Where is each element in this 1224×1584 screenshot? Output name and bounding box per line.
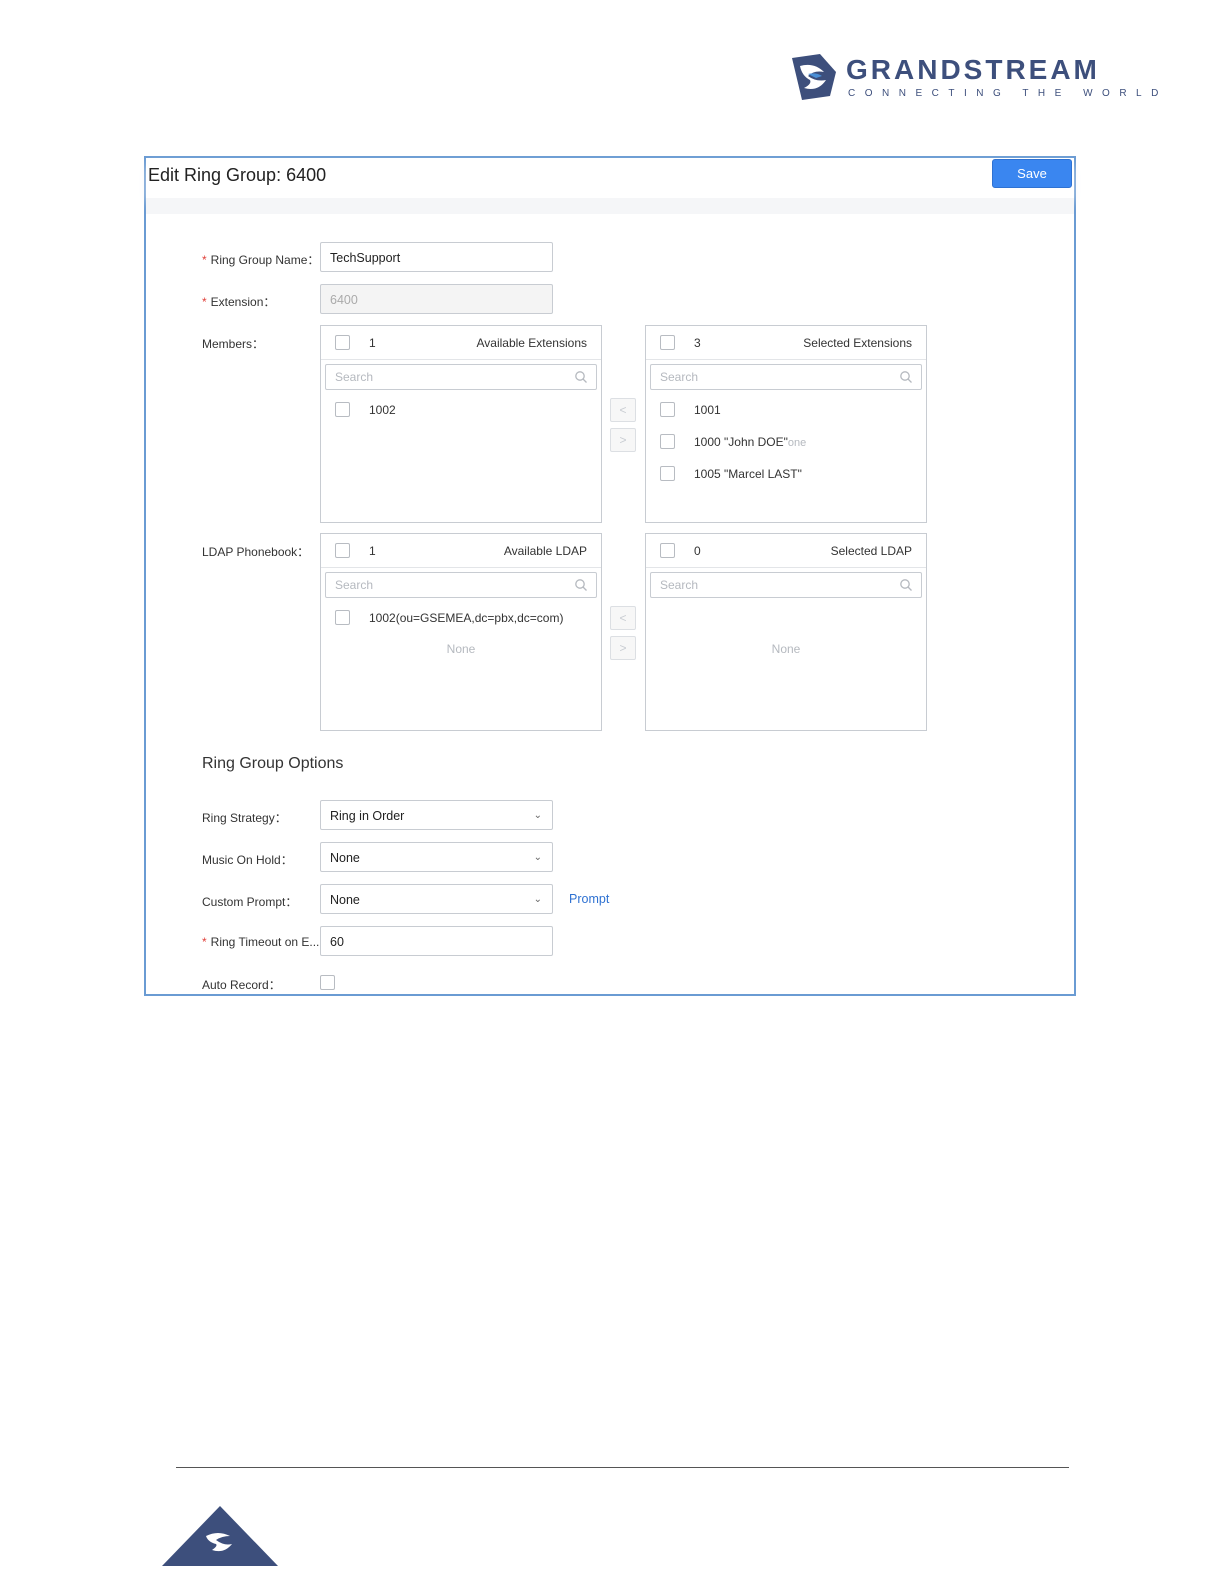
ldap-phonebook-label: LDAP Phonebook： <box>202 545 310 559</box>
search-placeholder: Search <box>660 370 699 384</box>
selected-extensions-header: 3 Selected Extensions <box>646 326 926 360</box>
ghost-text: one <box>787 437 807 449</box>
item-label: 1005 "Marcel LAST" <box>694 467 802 481</box>
prompt-link[interactable]: Prompt <box>569 892 609 906</box>
available-extensions-panel: 1 Available Extensions Search 1002 <box>320 325 602 523</box>
empty-text: None <box>771 642 801 656</box>
ring-group-name-input[interactable]: TechSupport <box>320 242 553 272</box>
available-ldap-count: 1 <box>369 544 376 558</box>
auto-record-label: Auto Record： <box>202 978 281 992</box>
selected-ldap-panel: 0 Selected LDAP Search None <box>645 533 927 731</box>
custom-prompt-value: None <box>330 893 360 907</box>
selected-ldap-search[interactable]: Search <box>650 572 922 598</box>
search-icon <box>575 371 587 383</box>
available-ldap-search[interactable]: Search <box>325 572 597 598</box>
search-icon <box>900 579 912 591</box>
music-on-hold-value: None <box>330 851 360 865</box>
required-marker: * <box>202 253 207 267</box>
selected-extensions-count: 3 <box>694 336 701 350</box>
music-on-hold-label: Music On Hold： <box>202 853 293 867</box>
required-marker: * <box>202 935 207 949</box>
select-all-checkbox[interactable] <box>335 335 350 350</box>
music-on-hold-select[interactable]: None ⌄ <box>320 842 553 872</box>
available-ldap-title: Available LDAP <box>503 544 587 558</box>
ring-group-options-title: Ring Group Options <box>202 755 344 772</box>
item-checkbox[interactable] <box>660 466 675 481</box>
save-button[interactable]: Save <box>992 159 1072 188</box>
selected-ldap-title: Selected LDAP <box>830 544 912 558</box>
available-extensions-title: Available Extensions <box>476 336 587 350</box>
available-extensions-search[interactable]: Search <box>325 364 597 390</box>
brand-name: GRANDSTREAM <box>846 54 1100 85</box>
move-left-button[interactable]: < <box>610 398 636 422</box>
item-label: 1000 "John DOE"one <box>694 435 807 449</box>
item-checkbox[interactable] <box>660 434 675 449</box>
search-placeholder: Search <box>335 578 374 592</box>
item-checkbox[interactable] <box>335 610 350 625</box>
grandstream-footer-logo-icon <box>162 1506 278 1566</box>
selected-ldap-header: 0 Selected LDAP <box>646 534 926 568</box>
item-label: 1002 <box>369 403 396 417</box>
available-extensions-count: 1 <box>369 336 376 350</box>
chevron-down-icon: ⌄ <box>533 810 542 821</box>
ring-strategy-value: Ring in Order <box>330 809 405 823</box>
ring-strategy-label: Ring Strategy： <box>202 811 287 825</box>
extension-label: * Extension： <box>202 295 276 309</box>
footer-divider <box>176 1467 1069 1468</box>
selected-extensions-title: Selected Extensions <box>803 336 912 350</box>
available-ldap-header: 1 Available LDAP <box>321 534 601 568</box>
extension-input: 6400 <box>320 284 553 314</box>
chevron-down-icon: ⌄ <box>533 852 542 863</box>
search-icon <box>575 579 587 591</box>
item-checkbox[interactable] <box>335 402 350 417</box>
auto-record-checkbox[interactable] <box>320 975 335 990</box>
members-label: Members： <box>202 337 265 351</box>
item-label: 1002(ou=GSEMEA,dc=pbx,dc=com) <box>369 611 564 625</box>
ring-timeout-label: * Ring Timeout on E... <box>202 935 320 949</box>
move-right-button[interactable]: > <box>610 636 636 660</box>
page-title: Edit Ring Group: 6400 <box>148 165 327 185</box>
empty-text: None <box>446 642 476 656</box>
select-all-checkbox[interactable] <box>335 543 350 558</box>
edit-ring-group-dialog: Edit Ring Group: 6400 Save * Ring Group N… <box>144 156 1076 996</box>
selected-extensions-panel: 3 Selected Extensions Search 1001 1000 "… <box>645 325 927 523</box>
ring-strategy-select[interactable]: Ring in Order ⌄ <box>320 800 553 830</box>
grandstream-logo-icon <box>792 54 836 100</box>
custom-prompt-label: Custom Prompt： <box>202 895 298 909</box>
move-right-button[interactable]: > <box>610 428 636 452</box>
selected-ldap-count: 0 <box>694 544 701 558</box>
available-extensions-header: 1 Available Extensions <box>321 326 601 360</box>
selected-extensions-search[interactable]: Search <box>650 364 922 390</box>
search-placeholder: Search <box>660 578 699 592</box>
custom-prompt-select[interactable]: None ⌄ <box>320 884 553 914</box>
chevron-down-icon: ⌄ <box>533 894 542 905</box>
move-left-button[interactable]: < <box>610 606 636 630</box>
select-all-checkbox[interactable] <box>660 335 675 350</box>
required-marker: * <box>202 295 207 309</box>
item-label: 1001 <box>694 403 721 417</box>
item-checkbox[interactable] <box>660 402 675 417</box>
search-icon <box>900 371 912 383</box>
dialog-header: Edit Ring Group: 6400 Save <box>146 158 1074 198</box>
ring-timeout-input[interactable]: 60 <box>320 926 553 956</box>
grandstream-logo: GRANDSTREAM CONNECTING THE WORLD <box>790 52 1158 104</box>
brand-tagline: CONNECTING THE WORLD <box>848 88 1168 99</box>
available-ldap-panel: 1 Available LDAP Search 1002(ou=GSEMEA,d… <box>320 533 602 731</box>
select-all-checkbox[interactable] <box>660 543 675 558</box>
search-placeholder: Search <box>335 370 374 384</box>
header-divider <box>146 198 1074 214</box>
ring-group-name-label: * Ring Group Name： <box>202 253 320 267</box>
